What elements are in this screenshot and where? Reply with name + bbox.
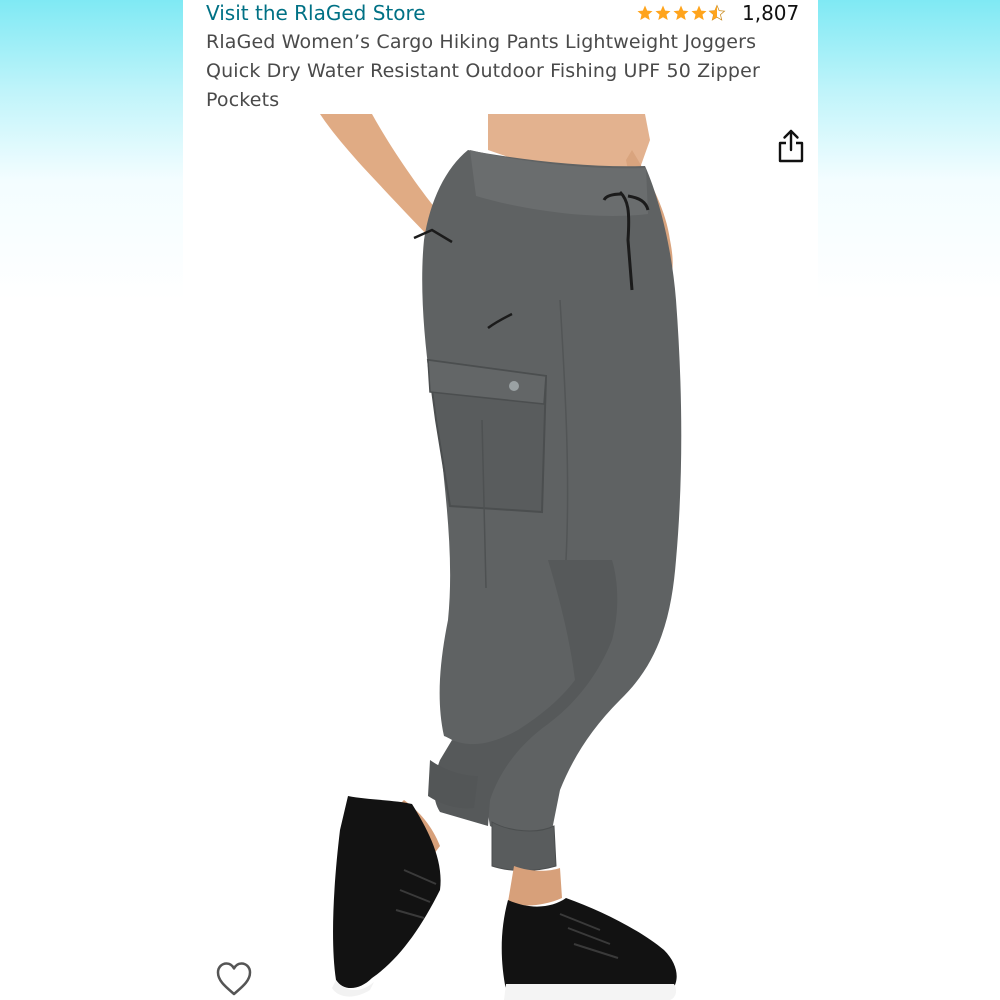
star-icon (673, 5, 689, 20)
share-icon[interactable] (774, 128, 808, 164)
product-image (320, 114, 682, 1000)
rating-summary[interactable]: 1,807 (636, 0, 799, 26)
heart-icon[interactable] (214, 960, 254, 998)
star-icon (655, 5, 671, 20)
product-title: RlaGed Women’s Cargo Hiking Pants Lightw… (206, 31, 760, 111)
star-rating (636, 4, 726, 22)
star-icon (637, 5, 653, 20)
star-icon (691, 5, 707, 20)
star-half-icon (708, 4, 726, 21)
rating-count: 1,807 (742, 1, 800, 25)
store-link[interactable]: Visit the RlaGed Store (206, 0, 426, 26)
